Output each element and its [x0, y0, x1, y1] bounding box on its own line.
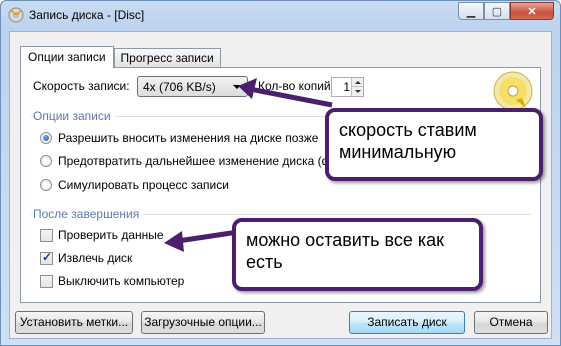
- cd-disc-icon: [493, 71, 533, 111]
- minimize-button[interactable]: ▁: [458, 2, 484, 20]
- minimize-icon: ▁: [466, 5, 476, 18]
- burn-disc-button[interactable]: Записать диск: [349, 311, 465, 334]
- boot-options-button[interactable]: Загрузочные опции...: [141, 311, 265, 334]
- checkbox-shutdown-label: Выключить компьютер: [58, 274, 185, 288]
- copies-value: 1: [343, 80, 350, 94]
- tab-write-progress[interactable]: Прогресс записи: [113, 48, 221, 67]
- speed-value: 4x (706 KB/s): [143, 80, 216, 94]
- speed-callout: скорость ставим минимальную: [325, 108, 543, 181]
- arrow-down-icon: [354, 90, 361, 93]
- chevron-down-icon: [233, 85, 241, 89]
- maximize-button[interactable]: ▢: [484, 2, 510, 20]
- speed-label: Скорость записи:: [33, 79, 130, 93]
- options-callout: можно оставить все как есть: [232, 218, 483, 291]
- stepper-down-button[interactable]: [351, 86, 363, 96]
- radio-simulate[interactable]: [40, 179, 52, 191]
- after-title: После завершения: [33, 207, 144, 221]
- radio-finalize-label: Предотвратить дальнейшее изменение диска…: [58, 154, 352, 168]
- tab-write-options[interactable]: Опции записи: [20, 46, 114, 68]
- copies-stepper[interactable]: 1: [331, 77, 364, 97]
- cancel-button[interactable]: Отмена: [474, 311, 548, 334]
- radio-allow-changes-label: Разрешить вносить изменения на диске поз…: [58, 131, 319, 145]
- maximize-icon: ▢: [491, 5, 503, 18]
- radio-finalize[interactable]: [40, 155, 52, 167]
- checkbox-shutdown[interactable]: [40, 275, 53, 288]
- checkbox-eject[interactable]: [40, 250, 53, 265]
- write-options-title: Опции записи: [33, 109, 115, 123]
- checkbox-verify[interactable]: [40, 229, 53, 242]
- title-bar[interactable]: Запись диска - [Disc] ▁ ▢ ✕: [1, 1, 560, 31]
- close-icon: ✕: [527, 5, 537, 18]
- disc-burn-icon: [8, 7, 24, 23]
- arrow-up-icon: [354, 81, 361, 84]
- checkbox-verify-label: Проверить данные: [58, 228, 164, 242]
- speed-select[interactable]: 4x (706 KB/s): [137, 76, 248, 97]
- dialog-client-area: Опции записи Прогресс записи Скорость за…: [9, 31, 552, 339]
- window-title: Запись диска - [Disc]: [29, 8, 145, 22]
- tab-strip: Опции записи Прогресс записи: [20, 46, 221, 68]
- radio-allow-changes[interactable]: [40, 132, 52, 144]
- checkbox-eject-label: Извлечь диск: [58, 251, 133, 265]
- radio-simulate-label: Симулировать процесс записи: [58, 178, 229, 192]
- set-labels-button[interactable]: Установить метки...: [15, 311, 133, 334]
- close-button[interactable]: ✕: [510, 2, 554, 20]
- copies-label: Кол-во копий:: [258, 79, 334, 93]
